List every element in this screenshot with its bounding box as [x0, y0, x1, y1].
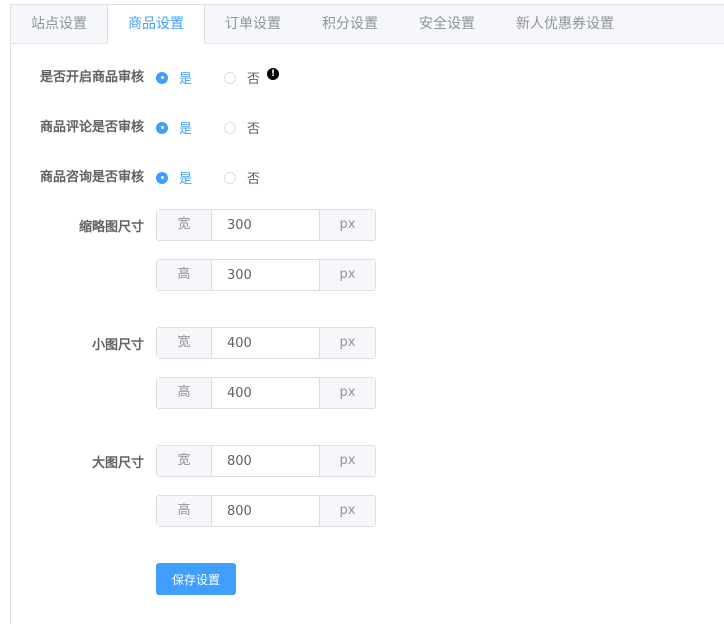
settings-panel: [10, 4, 724, 624]
large-size-label: 大图尺寸: [91, 456, 144, 471]
radio-label: 是: [179, 122, 193, 137]
tab-site-settings[interactable]: 站点设置: [11, 5, 107, 43]
tab-order-settings[interactable]: 订单设置: [205, 5, 301, 43]
px-suffix: px: [319, 328, 375, 358]
radio-label: 否: [247, 172, 261, 187]
radio-label: 否: [247, 72, 261, 87]
small-height-input[interactable]: [212, 378, 319, 408]
thumbnail-width-input-group: 宽 px: [156, 209, 376, 241]
px-suffix: px: [319, 210, 375, 240]
consult-audit-yes-radio[interactable]: 是: [156, 168, 192, 187]
px-suffix: px: [319, 496, 375, 526]
product-audit-label: 是否开启商品审核: [39, 70, 144, 85]
product-audit-yes-radio[interactable]: 是: [156, 68, 192, 87]
radio-unchecked-icon: [224, 71, 236, 84]
settings-tabs: 站点设置 商品设置 订单设置 积分设置 安全设置 新人优惠券设置: [11, 5, 724, 44]
width-prefix: 宽: [157, 446, 212, 476]
radio-unchecked-icon: [224, 121, 236, 134]
px-suffix: px: [319, 260, 375, 290]
tab-security-settings[interactable]: 安全设置: [399, 5, 495, 43]
radio-label: 是: [179, 72, 193, 87]
large-height-input[interactable]: [212, 496, 319, 526]
small-width-input-group: 宽 px: [156, 327, 376, 359]
radio-label: 是: [179, 172, 193, 187]
small-size-label: 小图尺寸: [91, 338, 144, 353]
product-audit-no-radio[interactable]: 否: [224, 68, 260, 87]
review-audit-yes-radio[interactable]: 是: [156, 118, 192, 137]
large-width-input-group: 宽 px: [156, 445, 376, 477]
width-prefix: 宽: [157, 328, 212, 358]
thumbnail-size-label: 缩略图尺寸: [78, 220, 144, 235]
review-audit-no-radio[interactable]: 否: [224, 118, 260, 137]
width-prefix: 宽: [157, 210, 212, 240]
large-width-input[interactable]: [212, 446, 319, 476]
consult-audit-label: 商品咨询是否审核: [39, 170, 144, 185]
tab-points-settings[interactable]: 积分设置: [301, 5, 399, 43]
radio-checked-icon: [156, 121, 168, 134]
radio-checked-icon: [156, 171, 168, 184]
radio-unchecked-icon: [224, 171, 236, 184]
height-prefix: 高: [157, 378, 212, 408]
thumbnail-width-input[interactable]: [212, 210, 319, 240]
tab-product-settings[interactable]: 商品设置: [107, 5, 205, 44]
consult-audit-no-radio[interactable]: 否: [224, 168, 260, 187]
radio-checked-icon: [156, 71, 168, 84]
radio-label: 否: [247, 122, 261, 137]
thumbnail-height-input-group: 高 px: [156, 259, 376, 291]
review-audit-label: 商品评论是否审核: [39, 120, 144, 135]
exclamation-circle-icon[interactable]: !: [267, 68, 279, 80]
px-suffix: px: [319, 378, 375, 408]
thumbnail-height-input[interactable]: [212, 260, 319, 290]
px-suffix: px: [319, 446, 375, 476]
small-height-input-group: 高 px: [156, 377, 376, 409]
small-width-input[interactable]: [212, 328, 319, 358]
save-settings-button[interactable]: 保存设置: [156, 563, 236, 595]
height-prefix: 高: [157, 496, 212, 526]
large-height-input-group: 高 px: [156, 495, 376, 527]
height-prefix: 高: [157, 260, 212, 290]
tab-new-user-coupon-settings[interactable]: 新人优惠券设置: [495, 5, 635, 43]
